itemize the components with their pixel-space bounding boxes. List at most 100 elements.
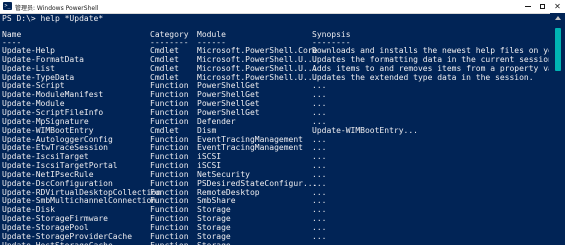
row-name: Update-Disk xyxy=(2,205,55,215)
powershell-window: >_ 管理员: Windows PowerShell ✕ PS D:\> hel… xyxy=(0,0,565,245)
row-category: Function xyxy=(150,223,189,232)
row-module: PowerShellGet xyxy=(197,99,260,109)
row-module: PowerShellGet xyxy=(197,81,260,91)
row-module: PowerShellGet xyxy=(197,90,260,100)
minimize-button[interactable] xyxy=(520,0,535,13)
window-controls: ✕ xyxy=(520,0,565,13)
row-synopsis: ... xyxy=(312,152,327,162)
row-name: Update-Script xyxy=(2,81,65,91)
row-module: RemoteDesktop xyxy=(197,187,260,197)
row-category: Function xyxy=(150,205,189,215)
row-synopsis: Adds items to and removes items from a p… xyxy=(312,63,549,73)
row-category: Function xyxy=(150,231,189,241)
row-synopsis: ... xyxy=(312,178,327,188)
row-module: Dism xyxy=(197,125,217,135)
console-output[interactable]: PS D:\> help *Update* Name Category Modu… xyxy=(0,13,549,245)
row-synopsis: ... xyxy=(312,231,327,241)
row-category: Function xyxy=(150,214,189,224)
row-category: Cmdlet xyxy=(150,54,179,64)
row-synopsis: ... xyxy=(312,81,327,91)
row-category: Function xyxy=(150,99,189,109)
powershell-icon: >_ xyxy=(3,2,12,10)
row-category: Function xyxy=(150,143,189,153)
row-category: Function xyxy=(150,134,189,144)
row-category: Function xyxy=(150,196,189,206)
row-category: Function xyxy=(150,178,189,188)
scroll-up-arrow-icon[interactable] xyxy=(555,16,561,20)
row-module: Microsoft.PowerShell.U... xyxy=(197,54,318,64)
row-name: Update-SmbMultichannelConnection xyxy=(2,196,157,206)
row-synopsis: ... xyxy=(312,205,327,215)
row-module: NetSecurity xyxy=(197,169,250,179)
row-module: Storage xyxy=(197,205,231,215)
row-synopsis: ... xyxy=(312,90,327,100)
row-module: EventTracingManagement xyxy=(197,134,303,144)
row-module: iSCSI xyxy=(197,161,222,171)
title-bar[interactable]: >_ 管理员: Windows PowerShell ✕ xyxy=(0,0,565,14)
row-name: Update-FormatData xyxy=(2,54,84,64)
row-category: Function xyxy=(150,116,189,126)
row-module: Microsoft.PowerShell.U... xyxy=(197,63,318,73)
row-synopsis: ... xyxy=(312,161,327,171)
row-module: Storage xyxy=(197,223,231,232)
row-category: Cmdlet xyxy=(150,63,179,73)
maximize-button[interactable] xyxy=(535,0,550,13)
row-category: Function xyxy=(150,161,189,171)
row-module: SmbShare xyxy=(197,196,236,206)
row-module: Storage xyxy=(197,231,231,241)
row-name: Update-ScriptFileInfo xyxy=(2,107,104,117)
row-module: PSDesiredStateConfigur... xyxy=(197,178,318,188)
row-module: Microsoft.PowerShell.Core xyxy=(197,46,318,55)
window-title: 管理员: Windows PowerShell xyxy=(15,5,99,12)
minimize-icon xyxy=(524,6,531,7)
row-category: Function xyxy=(150,107,189,117)
maximize-icon xyxy=(540,4,545,9)
row-synopsis: ... xyxy=(312,116,327,126)
row-name: Update-List xyxy=(2,63,55,73)
row-synopsis: Downloads and installs the newest help f… xyxy=(312,46,549,55)
row-name: Update-AutologgerConfig xyxy=(2,134,113,144)
row-name: Update-Module xyxy=(2,99,65,109)
row-synopsis: ... xyxy=(312,134,327,144)
close-button[interactable]: ✕ xyxy=(550,0,565,13)
row-synopsis: ... xyxy=(312,169,327,179)
row-synopsis: ... xyxy=(312,223,327,232)
row-name: Update-MpSignature xyxy=(2,116,89,126)
command-prompt: PS D:\> help *Update* xyxy=(2,14,104,23)
row-category: Function xyxy=(150,90,189,100)
row-category: Function xyxy=(150,152,189,162)
row-synopsis: Updates the formatting data in the curre… xyxy=(312,54,549,64)
close-icon: ✕ xyxy=(554,2,561,11)
row-module: PowerShellGet xyxy=(197,107,260,117)
row-name: Update-EtwTraceSession xyxy=(2,143,108,153)
row-category: Function xyxy=(150,169,189,179)
row-name: Update-Help xyxy=(2,46,55,55)
row-synopsis: ... xyxy=(312,107,327,117)
row-synopsis: ... xyxy=(312,196,327,206)
row-synopsis: ... xyxy=(312,187,327,197)
row-synopsis: Updates the extended type data in the se… xyxy=(312,72,534,82)
row-module: Storage xyxy=(197,214,231,224)
row-name: Update-NetIPsecRule xyxy=(2,169,94,179)
row-name: Update-IscsiTargetPortal xyxy=(2,161,118,171)
row-name: Update-IscsiTarget xyxy=(2,152,89,162)
row-name: Update-WIMBootEntry xyxy=(2,125,94,135)
row-module: Microsoft.PowerShell.U... xyxy=(197,72,318,82)
row-module: iSCSI xyxy=(197,152,222,162)
row-category: Cmdlet xyxy=(150,46,179,55)
row-synopsis: ... xyxy=(312,99,327,109)
row-synopsis: ... xyxy=(312,214,327,224)
scrollbar-thumb[interactable] xyxy=(555,28,561,71)
row-name: Update-StoragePool xyxy=(2,223,89,232)
row-module: Defender xyxy=(197,116,236,126)
row-synopsis: ... xyxy=(312,143,327,153)
row-name: Update-ModuleManifest xyxy=(2,90,104,100)
row-name: Update-DscConfiguration xyxy=(2,178,113,188)
row-category: Function xyxy=(150,81,189,91)
row-name: Update-TypeData xyxy=(2,72,75,82)
row-name: Update-StorageFirmware xyxy=(2,214,108,224)
row-synopsis: Update-WIMBootEntry... xyxy=(312,125,418,135)
vertical-scrollbar[interactable] xyxy=(550,13,565,245)
row-name: Update-StorageProviderCache xyxy=(2,231,133,241)
row-module: EventTracingManagement xyxy=(197,143,303,153)
